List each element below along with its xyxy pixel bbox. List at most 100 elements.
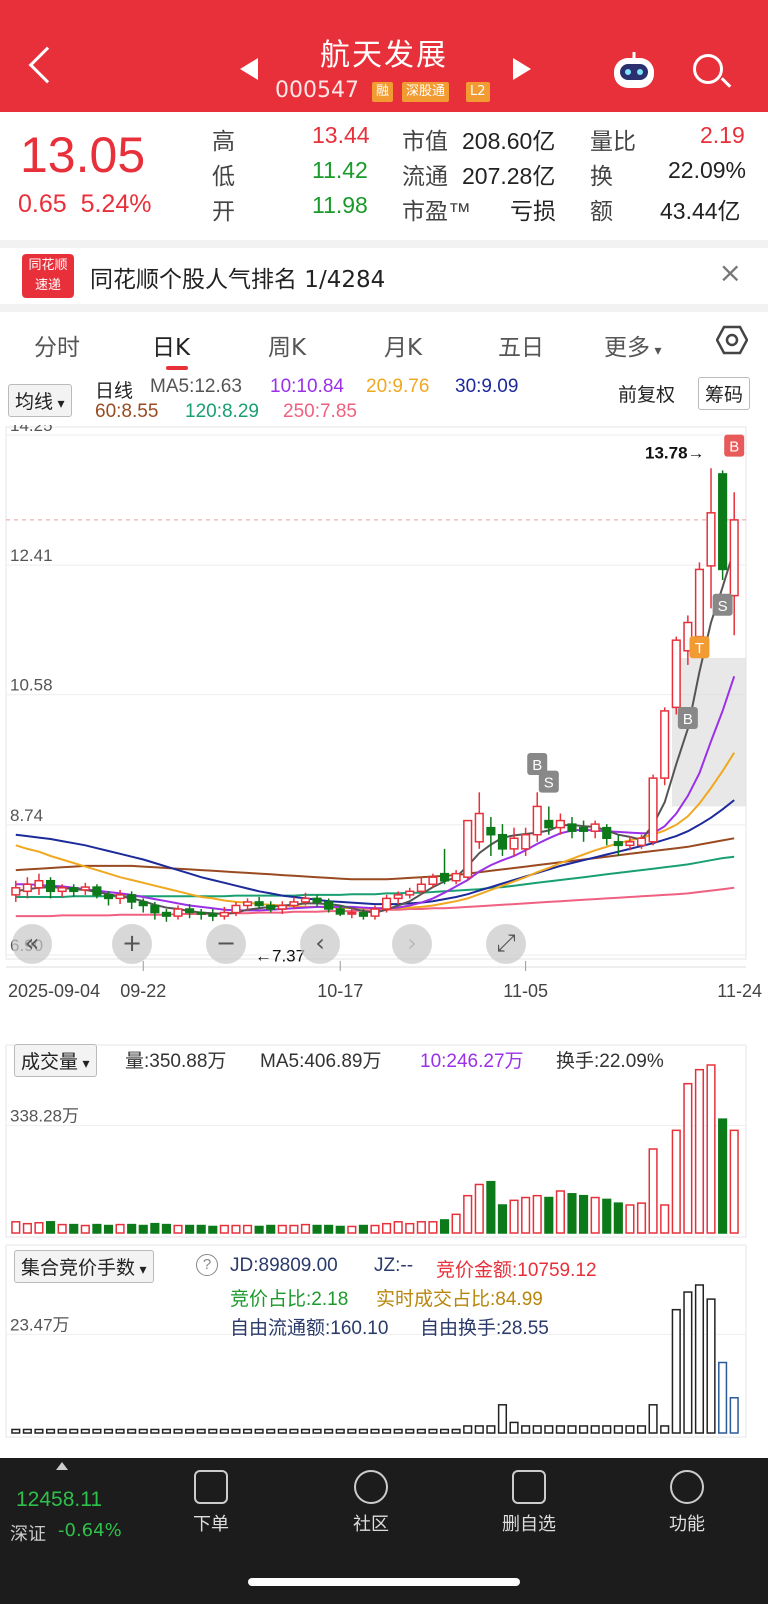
candle-body [92,886,102,896]
zoom-in-icon[interactable]: + [112,924,152,964]
auction-bar [127,1428,137,1434]
volume-bar [185,1224,195,1234]
tab-intraday[interactable]: 分时 [34,328,80,362]
tab-daily[interactable]: 日K [152,328,190,370]
auction-bar [115,1428,125,1434]
volume-bar [127,1223,137,1234]
candle-body [150,904,160,914]
auction-dropdown[interactable]: 集合竞价手数 [14,1250,154,1283]
open-value: 11.98 [312,192,368,218]
volume-bar [173,1224,183,1234]
index-value[interactable]: 12458.11 [16,1488,102,1512]
auction-bar [57,1428,67,1434]
volume-bar [660,1204,670,1234]
candle-body [277,904,287,910]
volume-bar [544,1196,554,1234]
candle-body [428,876,438,886]
candle-body [254,901,264,907]
tab-monthly[interactable]: 月K [384,328,422,362]
settings-hex-icon[interactable] [716,324,748,356]
candle-body [242,901,253,907]
volume-bar [335,1225,345,1234]
volume-bar [150,1222,160,1234]
ma-dropdown[interactable]: 均线 [8,384,72,417]
popularity-rank-bar[interactable]: 同花顺 速递 同花顺个股人气排名 1/4284 × [0,240,768,302]
candle-body [161,911,172,917]
auction-bar [254,1428,264,1434]
candle-body [393,894,403,900]
header-bar: 航天发展 000547 融 深股通 L2 [0,0,768,112]
y-tick-label: 10.58 [10,676,53,695]
candle-body [648,777,658,843]
nav-functions[interactable]: 功能 [642,1470,732,1536]
auction-bar [486,1425,496,1434]
volume-bar [45,1221,56,1234]
volume-bar [393,1221,403,1234]
ma60-legend: 60:8.55 [95,401,159,422]
ma30-legend: 30:9.09 [455,376,519,397]
candle-body [11,887,21,896]
volume-bar [567,1193,577,1234]
candle-body [718,473,728,571]
x-tick-label: 09-22 [120,981,166,1001]
volume-bar [300,1223,311,1234]
nav-order[interactable]: 下单 [166,1470,256,1536]
auction-bar [161,1428,172,1434]
min-price-label: ←7.37 [255,947,305,966]
next-stock-icon[interactable] [513,58,531,80]
volume-bar [532,1194,542,1234]
scroll-left-icon[interactable]: ‹ [300,924,340,964]
auction-bar [231,1428,241,1434]
search-icon[interactable] [693,54,723,84]
candle-body [45,879,56,893]
ma30-line [15,799,735,906]
auction-bar [439,1428,450,1434]
ma20-line [15,752,736,910]
order-doc-icon [194,1470,228,1504]
auction-bar [613,1425,623,1434]
auction-bar [521,1425,531,1434]
volume-bar [382,1222,392,1234]
auction-bar [706,1298,716,1434]
auction-bar [428,1428,438,1434]
volume-bar [138,1224,148,1234]
candle-body [34,879,44,889]
robot-assistant-icon[interactable] [612,52,656,90]
volume-bar [636,1202,647,1234]
ma120-line [15,855,735,898]
volume-dropdown[interactable]: 成交量 [14,1044,97,1077]
candle-body [497,833,508,850]
auction-bar [45,1428,56,1434]
tab-five-day[interactable]: 五日 [498,328,544,362]
tab-more[interactable]: 更多 [604,328,661,362]
chip-button[interactable]: 筹码 [698,377,751,410]
scroll-right-icon[interactable]: › [392,924,432,964]
candle-body [555,819,565,829]
index-pct: -0.64% [58,1520,122,1541]
volume-ma10: 10:246.27万 [420,1051,524,1072]
nav-community[interactable]: 社区 [326,1470,416,1536]
candle-body [115,894,125,900]
auction-bar [405,1428,415,1434]
fullscreen-icon[interactable]: ⤢ [486,924,526,964]
volume-bar [208,1225,218,1234]
auction-bar [555,1425,565,1434]
close-icon[interactable]: × [719,256,742,289]
trade-marker-label: S [544,775,554,792]
auction-bar [69,1428,79,1434]
zoom-out-far-icon[interactable]: « [12,924,52,964]
auction-amount: 竞价金额:10759.12 [436,1260,597,1281]
candle-body [636,837,647,847]
help-icon[interactable]: ? [196,1254,218,1276]
adjust-mode[interactable]: 前复权 [618,380,675,407]
tab-weekly[interactable]: 周K [268,328,306,362]
auction-ratio: 竞价占比:2.18 [230,1289,349,1310]
auction-bar [277,1428,287,1434]
mcap-value: 208.60亿 [462,128,556,154]
auction-bar [416,1428,426,1434]
candle-body [173,908,183,917]
nav-remove-watch[interactable]: 删自选 [484,1470,574,1536]
zoom-out-icon[interactable]: − [206,924,246,964]
auction-bar [602,1425,612,1434]
volume-bar [706,1064,716,1234]
